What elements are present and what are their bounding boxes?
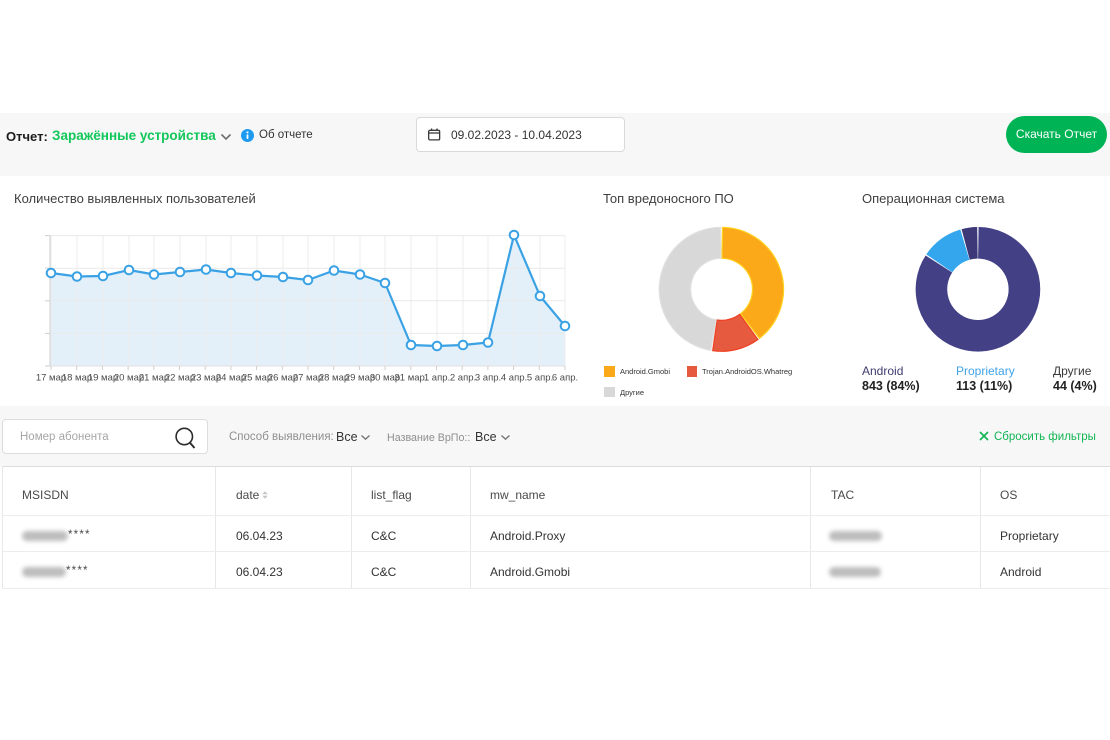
svg-text:5 апр.: 5 апр. [527, 373, 553, 384]
svg-text:6 апр.: 6 апр. [552, 373, 578, 384]
svg-text:3 апр.: 3 апр. [475, 373, 501, 384]
svg-text:1 апр.: 1 апр. [424, 373, 450, 384]
svg-text:31 мар.: 31 мар. [395, 373, 428, 384]
svg-text:4 апр.: 4 апр. [501, 373, 527, 384]
svg-text:2 апр.: 2 апр. [450, 373, 476, 384]
